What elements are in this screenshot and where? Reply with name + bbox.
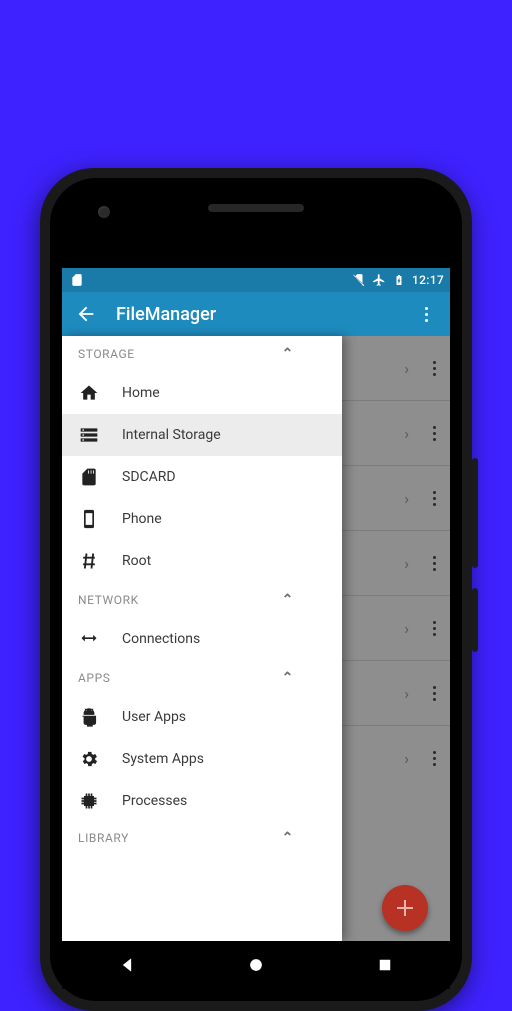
chevron-up-icon: ⌃	[282, 346, 294, 362]
drawer-item-processes[interactable]: Processes	[62, 780, 342, 822]
nav-back-button[interactable]	[115, 953, 139, 977]
camera-dot	[98, 206, 110, 218]
row-overflow-icon[interactable]	[433, 556, 436, 571]
section-label: APPS	[78, 671, 282, 685]
gear-icon	[78, 748, 100, 770]
back-button[interactable]	[72, 300, 100, 328]
drawer-item-connections[interactable]: Connections	[62, 618, 342, 660]
section-header-storage[interactable]: STORAGE ⌃	[62, 336, 342, 372]
drawer-item-label: Phone	[122, 511, 162, 527]
side-button	[472, 458, 478, 568]
chevron-right-icon: ›	[404, 749, 409, 768]
drawer-item-label: Processes	[122, 793, 187, 809]
overflow-menu-button[interactable]	[412, 300, 440, 328]
storage-icon	[78, 424, 100, 446]
no-sim-icon	[352, 273, 366, 287]
app-title: FileManager	[116, 304, 412, 325]
connections-icon	[78, 628, 100, 650]
battery-charging-icon	[392, 273, 406, 287]
status-clock: 12:17	[412, 273, 444, 287]
chevron-right-icon: ›	[404, 554, 409, 573]
more-vert-icon	[425, 307, 428, 322]
status-bar: 12:17	[62, 268, 450, 292]
chevron-up-icon: ⌃	[282, 592, 294, 608]
drawer-item-root[interactable]: Root	[62, 540, 342, 582]
chevron-up-icon: ⌃	[282, 830, 294, 846]
airplane-mode-icon	[372, 273, 386, 287]
section-label: LIBRARY	[78, 831, 282, 845]
app-bar: FileManager	[62, 292, 450, 336]
phone-frame: 12:17 FileManager › › › › › › ›	[40, 168, 472, 1011]
sdcard-icon	[78, 466, 100, 488]
drawer-item-label: SDCARD	[122, 469, 176, 485]
drawer-item-label: Root	[122, 553, 151, 569]
chevron-up-icon: ⌃	[282, 670, 294, 686]
row-overflow-icon[interactable]	[433, 426, 436, 441]
section-label: STORAGE	[78, 347, 282, 361]
section-header-network[interactable]: NETWORK ⌃	[62, 582, 342, 618]
system-nav-bar	[62, 941, 450, 989]
row-overflow-icon[interactable]	[433, 751, 436, 766]
sdcard-status-icon	[70, 273, 84, 287]
row-overflow-icon[interactable]	[433, 491, 436, 506]
drawer-item-label: Internal Storage	[122, 427, 221, 443]
chevron-right-icon: ›	[404, 619, 409, 638]
chip-icon	[78, 790, 100, 812]
drawer-item-internal-storage[interactable]: Internal Storage	[62, 414, 342, 456]
drawer-item-label: User Apps	[122, 709, 186, 725]
row-overflow-icon[interactable]	[433, 621, 436, 636]
chevron-right-icon: ›	[404, 359, 409, 378]
screen: 12:17 FileManager › › › › › › ›	[62, 268, 450, 989]
chevron-right-icon: ›	[404, 684, 409, 703]
drawer-item-user-apps[interactable]: User Apps	[62, 696, 342, 738]
chevron-right-icon: ›	[404, 424, 409, 443]
drawer-item-home[interactable]: Home	[62, 372, 342, 414]
navigation-drawer: STORAGE ⌃ Home Internal Storage SDCARD	[62, 336, 342, 941]
fab-add-button[interactable]	[382, 885, 428, 931]
row-overflow-icon[interactable]	[433, 361, 436, 376]
drawer-item-sdcard[interactable]: SDCARD	[62, 456, 342, 498]
phone-icon	[78, 508, 100, 530]
hash-icon	[78, 550, 100, 572]
drawer-item-label: Home	[122, 385, 160, 401]
chevron-right-icon: ›	[404, 489, 409, 508]
section-header-apps[interactable]: APPS ⌃	[62, 660, 342, 696]
drawer-item-phone[interactable]: Phone	[62, 498, 342, 540]
nav-home-button[interactable]	[244, 953, 268, 977]
home-icon	[78, 382, 100, 404]
row-overflow-icon[interactable]	[433, 686, 436, 701]
nav-recents-button[interactable]	[373, 953, 397, 977]
drawer-item-label: Connections	[122, 631, 200, 647]
speaker-grille	[208, 204, 304, 212]
drawer-item-label: System Apps	[122, 751, 204, 767]
side-button	[472, 588, 478, 652]
android-icon	[78, 706, 100, 728]
section-label: NETWORK	[78, 593, 282, 607]
section-header-library[interactable]: LIBRARY ⌃	[62, 822, 342, 854]
drawer-item-system-apps[interactable]: System Apps	[62, 738, 342, 780]
